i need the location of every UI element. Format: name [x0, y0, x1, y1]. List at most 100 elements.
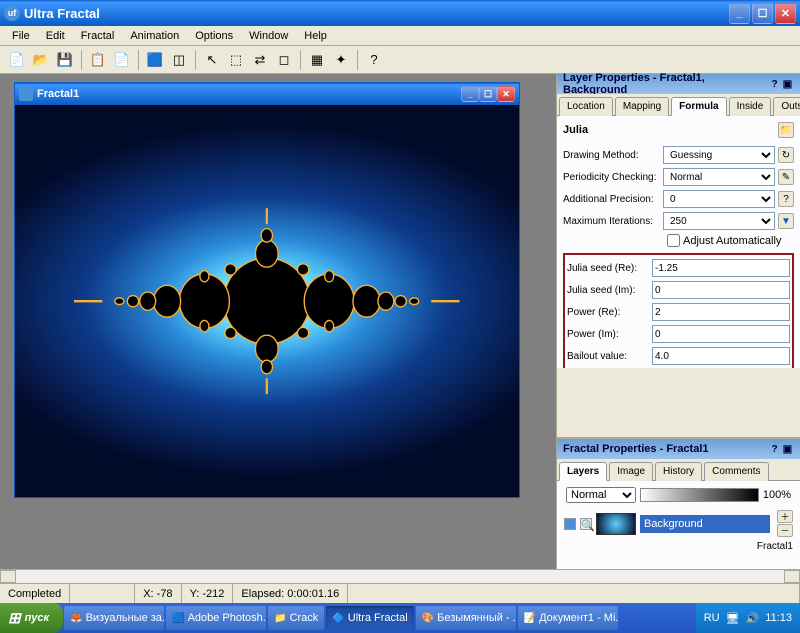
- render-button[interactable]: ▦: [306, 49, 328, 71]
- tab-layers[interactable]: Layers: [559, 462, 607, 481]
- opacity-slider[interactable]: [640, 488, 759, 502]
- menu-animation[interactable]: Animation: [122, 28, 187, 44]
- bailout-input[interactable]: [652, 347, 790, 365]
- menubar: File Edit Fractal Animation Options Wind…: [0, 26, 800, 46]
- adjust-auto-checkbox[interactable]: [667, 234, 680, 247]
- start-button[interactable]: ⊞пуск: [0, 603, 63, 633]
- max-iterations-select[interactable]: 250: [663, 212, 775, 230]
- tray-icon[interactable]: 🖥: [726, 612, 740, 625]
- tray-icon[interactable]: 🔊: [746, 612, 760, 625]
- power-re-input[interactable]: [652, 303, 790, 321]
- save-button[interactable]: 💾: [54, 49, 76, 71]
- tab-image[interactable]: Image: [609, 462, 653, 481]
- periodicity-select[interactable]: Normal: [663, 168, 775, 186]
- menu-options[interactable]: Options: [187, 28, 241, 44]
- status-y: Y: -212: [182, 584, 234, 603]
- fp-collapse-icon[interactable]: ▣: [781, 443, 794, 456]
- fractal-props-tabs: Layers Image History Comments: [557, 459, 800, 481]
- menu-edit[interactable]: Edit: [38, 28, 73, 44]
- add-layer-button[interactable]: ＋: [777, 510, 793, 523]
- workspace: Fractal1 _ ☐ ✕: [0, 74, 556, 569]
- formula-params-box: Julia seed (Re): Julia seed (Im): Power …: [563, 253, 794, 368]
- layer-properties-header[interactable]: Layer Properties - Fractal1, Background …: [557, 74, 800, 94]
- status-x: X: -78: [135, 584, 181, 603]
- maximize-button[interactable]: ☐: [752, 3, 773, 24]
- document-icon: [19, 87, 33, 101]
- tab-history[interactable]: History: [655, 462, 702, 481]
- paste-button[interactable]: 📄: [111, 49, 133, 71]
- precision-select[interactable]: 0: [663, 190, 775, 208]
- scroll-right-button[interactable]: [784, 570, 800, 583]
- select-tool[interactable]: ⬚: [225, 49, 247, 71]
- zoom-tool[interactable]: ◻: [273, 49, 295, 71]
- toolbar: 📄 📂 💾 📋 📄 🟦 ◫ ↖ ⬚ ⇄ ◻ ▦ ✦ ?: [0, 46, 800, 74]
- menu-window[interactable]: Window: [241, 28, 296, 44]
- layer-props-tabs: Location Mapping Formula Inside Outside: [557, 94, 800, 116]
- statusbar: Completed X: -78 Y: -212 Elapsed: 0:00:0…: [0, 583, 800, 603]
- tab-inside[interactable]: Inside: [729, 97, 772, 116]
- status-completed: Completed: [0, 584, 70, 603]
- document-title: Fractal1: [37, 88, 461, 100]
- taskbar-item[interactable]: 🎨Безымянный - ...: [416, 606, 516, 630]
- language-indicator[interactable]: RU: [704, 612, 720, 624]
- taskbar-item-active[interactable]: 🔷Ultra Fractal: [326, 606, 413, 630]
- fractal-properties-header[interactable]: Fractal Properties - Fractal1 ? ▣: [557, 439, 800, 459]
- pointer-tool[interactable]: ↖: [201, 49, 223, 71]
- drawing-method-select[interactable]: Guessing: [663, 146, 775, 164]
- document-window: Fractal1 _ ☐ ✕: [14, 82, 520, 498]
- power-im-input[interactable]: [652, 325, 790, 343]
- tab-comments[interactable]: Comments: [704, 462, 768, 481]
- doc-minimize-button[interactable]: _: [461, 86, 479, 102]
- editable-toggle[interactable]: 🔍: [580, 518, 592, 530]
- delete-layer-button[interactable]: －: [777, 524, 793, 537]
- julia-seed-re-input[interactable]: [652, 259, 790, 277]
- document-titlebar[interactable]: Fractal1 _ ☐ ✕: [15, 83, 519, 105]
- reload-icon[interactable]: ↻: [778, 147, 794, 163]
- doc-maximize-button[interactable]: ☐: [479, 86, 497, 102]
- layer-name[interactable]: Background: [640, 515, 770, 533]
- browse-formula-button[interactable]: 📁: [778, 122, 794, 138]
- menu-help[interactable]: Help: [296, 28, 335, 44]
- fractal-canvas[interactable]: [15, 105, 519, 497]
- opacity-value: 100%: [763, 489, 791, 501]
- taskbar-item[interactable]: 🟦Adobe Photosh...: [166, 606, 266, 630]
- help-button[interactable]: ?: [363, 49, 385, 71]
- explore-button[interactable]: ✦: [330, 49, 352, 71]
- app-titlebar: uf Ultra Fractal _ ☐ ✕: [0, 0, 800, 26]
- doc-close-button[interactable]: ✕: [497, 86, 515, 102]
- gradient-button[interactable]: 🟦: [144, 49, 166, 71]
- menu-file[interactable]: File: [4, 28, 38, 44]
- tab-outside[interactable]: Outside: [773, 97, 800, 116]
- menu-fractal[interactable]: Fractal: [73, 28, 123, 44]
- clock[interactable]: 11:13: [765, 612, 792, 624]
- visibility-toggle[interactable]: [564, 518, 576, 530]
- tab-mapping[interactable]: Mapping: [615, 97, 669, 116]
- more-icon[interactable]: ▼: [778, 213, 794, 229]
- app-title: Ultra Fractal: [24, 6, 729, 21]
- taskbar-item[interactable]: 📁Crack: [268, 606, 324, 630]
- new-button[interactable]: 📄: [6, 49, 28, 71]
- layers-button[interactable]: ◫: [168, 49, 190, 71]
- taskbar-item[interactable]: 📝Документ1 - Mi...: [518, 606, 618, 630]
- minimize-button[interactable]: _: [729, 3, 750, 24]
- tab-location[interactable]: Location: [559, 97, 613, 116]
- close-button[interactable]: ✕: [775, 3, 796, 24]
- status-elapsed: Elapsed: 0:00:01.16: [233, 584, 348, 603]
- help-icon[interactable]: ?: [768, 78, 781, 91]
- switch-tool[interactable]: ⇄: [249, 49, 271, 71]
- open-button[interactable]: 📂: [30, 49, 52, 71]
- system-tray[interactable]: RU 🖥 🔊 11:13: [696, 603, 800, 633]
- blend-mode-select[interactable]: Normal: [566, 487, 636, 503]
- scroll-left-button[interactable]: [0, 570, 16, 583]
- taskbar-item[interactable]: 🦊Визуальные за...: [64, 606, 164, 630]
- tab-formula[interactable]: Formula: [671, 97, 726, 116]
- layer-thumbnail[interactable]: [596, 513, 636, 535]
- precision-help-icon[interactable]: ?: [778, 191, 794, 207]
- copy-button[interactable]: 📋: [87, 49, 109, 71]
- edit-icon[interactable]: ✎: [778, 169, 794, 185]
- fp-help-icon[interactable]: ?: [768, 443, 781, 456]
- horizontal-scrollbar[interactable]: [0, 569, 800, 583]
- collapse-icon[interactable]: ▣: [781, 78, 794, 91]
- app-icon: uf: [4, 5, 20, 21]
- julia-seed-im-input[interactable]: [652, 281, 790, 299]
